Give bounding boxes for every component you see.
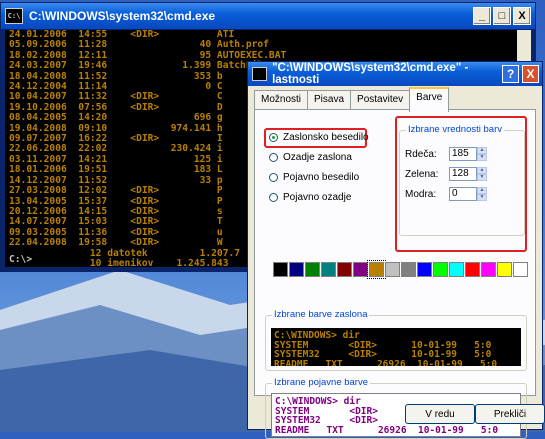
- color-swatch[interactable]: [321, 262, 336, 277]
- color-swatch[interactable]: [401, 262, 416, 277]
- dialog-title-bar[interactable]: "C:\WINDOWS\system32\cmd.exe" - lastnost…: [248, 62, 542, 86]
- radio-screen-background[interactable]: Ozadje zaslona: [269, 152, 352, 163]
- colors-panel: Zaslonsko besedilo Ozadje zaslona Pojavn…: [254, 109, 536, 439]
- tab-font[interactable]: Pisava: [307, 90, 352, 111]
- color-swatch[interactable]: [367, 260, 386, 279]
- blue-spin-buttons[interactable]: ▲ ▼: [477, 187, 487, 201]
- radio-label: Pojavno besedilo: [283, 172, 360, 183]
- ok-button[interactable]: V redu: [405, 404, 475, 424]
- cmd-title: C:\WINDOWS\system32\cmd.exe: [29, 9, 216, 23]
- red-input[interactable]: 185: [449, 147, 477, 161]
- red-label: Rdeča:: [405, 148, 437, 160]
- radio-label: Ozadje zaslona: [283, 152, 352, 163]
- close-button[interactable]: X: [513, 7, 531, 25]
- cmd-small-icon: [252, 67, 268, 81]
- blue-spinner: Modra: 0 ▲ ▼: [405, 187, 487, 201]
- screen-color-preview: C:\WINDOWS> dir SYSTEM <DIR> 10-01-99 5:…: [271, 328, 521, 366]
- blue-input[interactable]: 0: [449, 187, 477, 201]
- radio-dot: [269, 153, 278, 162]
- color-swatch[interactable]: [497, 262, 512, 277]
- cancel-button[interactable]: Prekliči: [475, 404, 545, 424]
- cmd-title-bar[interactable]: C:\ C:\WINDOWS\system32\cmd.exe _ □ X: [1, 3, 535, 29]
- radio-popup-background[interactable]: Pojavno ozadje: [269, 192, 351, 203]
- color-swatch[interactable]: [385, 262, 400, 277]
- radio-dot: [269, 193, 278, 202]
- color-swatch[interactable]: [433, 262, 448, 277]
- tab-colors[interactable]: Barve: [409, 87, 450, 112]
- radio-dot: [269, 173, 278, 182]
- blue-label: Modra:: [405, 188, 437, 200]
- radio-label: Pojavno ozadje: [283, 192, 352, 203]
- color-swatch[interactable]: [417, 262, 432, 277]
- tab-layout[interactable]: Postavitev: [350, 90, 411, 111]
- dialog-close-button[interactable]: X: [522, 65, 539, 83]
- cmd-prompt: C:\>: [9, 254, 33, 265]
- tab-options[interactable]: Možnosti: [254, 90, 309, 111]
- color-swatch[interactable]: [273, 262, 288, 277]
- color-swatch[interactable]: [305, 262, 320, 277]
- properties-dialog[interactable]: "C:\WINDOWS\system32\cmd.exe" - lastnost…: [247, 61, 545, 439]
- dialog-title: "C:\WINDOWS\system32\cmd.exe" - lastnost…: [272, 62, 469, 86]
- maximize-button[interactable]: □: [493, 7, 511, 25]
- color-palette: [273, 260, 529, 279]
- cmd-app-icon: C:\: [5, 8, 23, 24]
- color-swatch[interactable]: [513, 262, 528, 277]
- color-swatch[interactable]: [465, 262, 480, 277]
- red-spin-buttons[interactable]: ▲ ▼: [477, 147, 487, 161]
- group-label: Izbrane barve zaslona: [272, 309, 370, 320]
- radio-screen-text[interactable]: Zaslonsko besedilo: [269, 132, 369, 143]
- group-label: Izbrane pojavne barve: [272, 377, 371, 388]
- help-button[interactable]: ?: [502, 65, 520, 83]
- minimize-button[interactable]: _: [473, 7, 491, 25]
- radio-dot-selected: [269, 133, 278, 142]
- color-swatch[interactable]: [481, 262, 496, 277]
- green-spinner: Zelena: 128 ▲ ▼: [405, 167, 487, 181]
- color-swatch[interactable]: [337, 262, 352, 277]
- green-label: Zelena:: [405, 168, 439, 180]
- green-spin-buttons[interactable]: ▲ ▼: [477, 167, 487, 181]
- radio-popup-text[interactable]: Pojavno besedilo: [269, 172, 359, 183]
- red-spinner: Rdeča: 185 ▲ ▼: [405, 147, 487, 161]
- color-swatch[interactable]: [289, 262, 304, 277]
- green-input[interactable]: 128: [449, 167, 477, 181]
- radio-label: Zaslonsko besedilo: [283, 132, 369, 143]
- highlight-box-values: [395, 116, 527, 252]
- color-swatch[interactable]: [353, 262, 368, 277]
- color-swatch[interactable]: [449, 262, 464, 277]
